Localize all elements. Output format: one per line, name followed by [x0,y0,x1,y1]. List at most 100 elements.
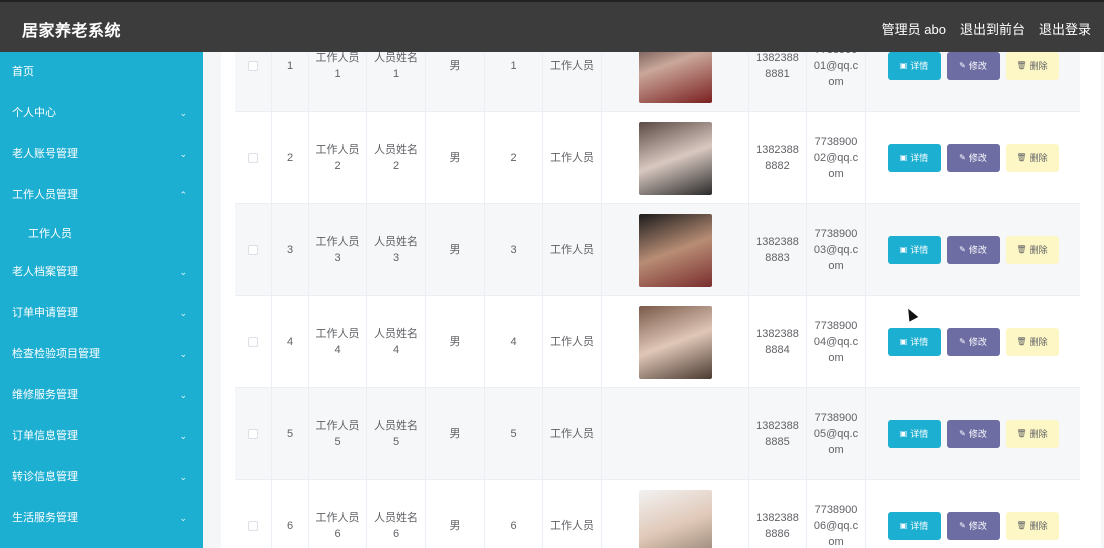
edit-button[interactable]: ✎ 修改 [946,328,1000,356]
role-cell: 工作人员 [543,204,602,296]
delete-button-label: 删除 [1029,153,1048,163]
email-cell: 7738900 05@qq.c om [807,388,866,480]
phone-cell: 1382388 8886 [749,480,807,548]
gender-text: 男 [449,520,461,532]
delete-button-label: 删除 [1029,61,1048,71]
top-nav: 管理员 abo 退出到前台 退出登录 [868,19,1091,38]
sidebar-item[interactable]: 检查检验项目管理 ⌄ [0,334,203,375]
edit-button[interactable]: ✎ 修改 [946,236,1000,264]
email-cell: 7738900 03@qq.c om [807,204,866,296]
edit-button-label: 修改 [968,153,987,163]
sidebar-item[interactable]: 老人账号管理 ⌄ [0,134,203,175]
age-text: 3 [510,244,517,256]
edit-button-label: 修改 [968,429,987,439]
sidebar-item[interactable]: 生活服务管理 ⌄ [0,498,203,539]
detail-button-label: 详情 [910,521,929,531]
document-icon: ▣ [899,153,908,162]
sidebar-item-label: 首页 [12,66,34,78]
gender-cell: 男 [426,480,485,548]
trash-icon: 🗑 [1016,429,1027,438]
index-text: 1 [286,60,294,72]
edit-button[interactable]: ✎ 修改 [946,420,1000,448]
document-icon: ▣ [899,245,908,254]
gender-text: 男 [449,60,461,72]
row-checkbox[interactable] [248,521,258,531]
main-content: 1 工作人员1 人员姓名1 男 1 工作人员 13823888881 773890001@qq… [203,52,1104,548]
sidebar-item[interactable]: 老人档案管理 ⌄ [0,252,203,293]
edit-icon: ✎ [959,245,966,254]
detail-button[interactable]: ▣ 详情 [887,52,941,80]
sidebar-item-label: 订单申请管理 [12,307,78,319]
delete-button[interactable]: 🗑 删除 [1005,328,1059,356]
sidebar-item[interactable]: 维修服务管理 ⌄ [0,375,203,416]
detail-button[interactable]: ▣ 详情 [887,328,941,356]
row-checkbox[interactable] [248,337,258,347]
edit-icon: ✎ [959,61,966,70]
age-text: 6 [510,520,517,532]
delete-button[interactable]: 🗑 删除 [1005,52,1059,80]
account-cell: 工作人员 1 [309,52,367,112]
edit-button[interactable]: ✎ 修改 [946,52,1000,80]
table-row: 4 工作人员 4 人员姓名 4 男 4 工作人员 1382388 8884 7738900 04@qq… [235,296,1080,388]
photo-cell [602,480,749,548]
detail-button[interactable]: ▣ 详情 [887,420,941,448]
delete-button[interactable]: 🗑 删除 [1005,420,1059,448]
chevron-icon: ⌄ [179,513,187,523]
table-row: 1 工作人员1 人员姓名1 男 1 工作人员 13823888881 773890001@qq… [235,52,1080,112]
trash-icon: 🗑 [1016,153,1027,162]
role-text: 工作人员 [550,60,594,72]
name-cell: 人员姓名 1 [367,52,426,112]
staff-photo [638,305,712,379]
account-cell: 工作人员 4 [309,296,367,388]
account-cell: 工作人员 3 [309,204,367,296]
detail-button[interactable]: ▣ 详情 [887,236,941,264]
sidebar-item-label: 工作人员 [28,228,72,240]
email-cell: 7738900 04@qq.c om [807,296,866,388]
edit-button[interactable]: ✎ 修改 [946,144,1000,172]
delete-button[interactable]: 🗑 删除 [1005,512,1059,540]
edit-icon: ✎ [959,521,966,530]
row-checkbox[interactable] [248,429,258,439]
chevron-icon: ⌄ [179,349,187,359]
row-checkbox[interactable] [248,153,258,163]
sidebar-item[interactable]: 工作人员管理 ⌃ [0,175,203,216]
chevron-icon: ⌄ [179,308,187,318]
account-text: 工作人员 4 [315,328,360,356]
phone-cell: 1382388 8883 [749,204,807,296]
photo-cell [602,112,749,204]
actions-cell: ▣ 详情 ✎ 修改 🗑 删除 [866,480,1080,548]
top-bar: 居家养老系统 管理员 abo 退出到前台 退出登录 [0,0,1104,52]
sidebar-item[interactable]: 订单申请管理 ⌄ [0,293,203,334]
role-cell: 工作人员 [543,388,602,480]
sidebar-item-label: 转诊信息管理 [12,471,78,483]
age-cell: 3 [485,204,543,296]
delete-button[interactable]: 🗑 删除 [1005,144,1059,172]
detail-button[interactable]: ▣ 详情 [887,144,941,172]
photo-cell [602,296,749,388]
detail-button[interactable]: ▣ 详情 [887,512,941,540]
sidebar: 首页 个人中心 ⌄ 老人账号管理 ⌄ 工作人员管理 ⌃ 工作人员 老人档案管理 ⌄ 订单申请管理 ⌄ 检… [0,52,203,548]
row-checkbox[interactable] [248,61,258,71]
phone-text: 1382388 8885 [756,420,799,448]
sidebar-item[interactable]: 订单信息管理 ⌄ [0,416,203,457]
role-cell: 工作人员 [543,112,602,204]
email-cell: 773890001@qq.com [807,52,866,112]
sidebar-item[interactable]: 个人中心 ⌄ [0,93,203,134]
sidebar-subitem[interactable]: 工作人员 [0,216,203,252]
sidebar-item[interactable]: 首页 [0,52,203,93]
index-cell: 6 [272,480,309,548]
gender-cell: 男 [426,388,485,480]
logout-link[interactable]: 退出登录 [1039,19,1091,38]
phone-text: 1382388 8886 [756,512,799,540]
delete-button[interactable]: 🗑 删除 [1005,236,1059,264]
name-cell: 人员姓名 3 [367,204,426,296]
sidebar-item[interactable]: 转诊信息管理 ⌄ [0,457,203,498]
staff-photo [638,52,712,103]
index-cell: 1 [272,52,309,112]
name-text: 人员姓名 2 [374,144,418,172]
back-to-front-link[interactable]: 退出到前台 [960,19,1025,38]
age-cell: 2 [485,112,543,204]
document-icon: ▣ [899,429,908,438]
row-checkbox[interactable] [248,245,258,255]
edit-button[interactable]: ✎ 修改 [946,512,1000,540]
